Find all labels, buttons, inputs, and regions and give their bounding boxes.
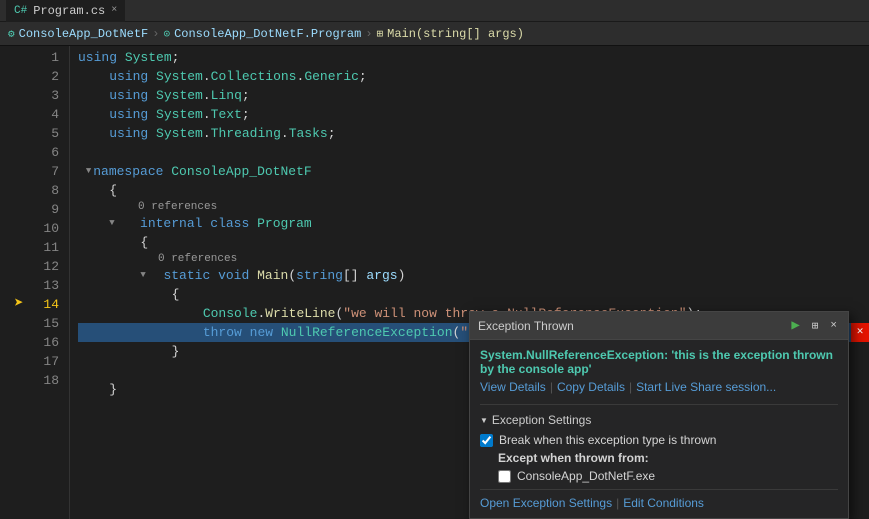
edit-conditions-link[interactable]: Edit Conditions (623, 496, 704, 510)
code-line-11: ▼ static void Main(string[] args) (78, 266, 869, 285)
tab-filename: Program.cs (33, 4, 105, 18)
assembly-label: ConsoleApp_DotNetF.exe (517, 469, 655, 483)
line-num-5: 5 (20, 124, 59, 143)
collapse-settings-icon[interactable]: ▼ (480, 416, 488, 425)
line-num-13: 13 (20, 276, 59, 295)
view-details-link[interactable]: View Details (480, 380, 546, 394)
break-checkbox-row: Break when this exception type is thrown (480, 433, 838, 447)
settings-section-label: Exception Settings (492, 413, 591, 427)
exception-type: System.NullReferenceException: 'this is … (480, 348, 838, 376)
collapse-btn-9[interactable]: ▼ (109, 214, 114, 233)
line-num-12: 12 (20, 257, 59, 276)
tab-close-button[interactable]: × (111, 5, 117, 16)
line-num-4: 4 (20, 105, 59, 124)
ref-label-11: 0 references (78, 252, 869, 266)
line-num-10: 10 (20, 219, 59, 238)
continue-button[interactable]: ▶ (788, 316, 802, 335)
popup-body: System.NullReferenceException: 'this is … (470, 340, 848, 518)
line-num-11: 11 (20, 238, 59, 257)
line-num-14: 14 (20, 295, 59, 314)
link-sep-2: | (629, 380, 632, 394)
popup-header: Exception Thrown ▶ ⊞ × (470, 312, 848, 340)
popup-title: Exception Thrown (478, 319, 574, 333)
open-exception-settings-link[interactable]: Open Exception Settings (480, 496, 612, 510)
collapse-btn-7[interactable]: ▼ (86, 162, 91, 181)
ref-label-9: 0 references (78, 200, 869, 214)
line-num-6: 6 (20, 143, 59, 162)
exception-popup: Exception Thrown ▶ ⊞ × System.NullRefere… (469, 311, 849, 519)
code-line-3: using System.Linq; (78, 86, 869, 105)
code-line-9: ▼ internal class Program (78, 214, 869, 233)
editor-area: ➤ 1 2 3 4 5 6 7 8 9 10 11 12 13 14 15 16… (0, 46, 869, 519)
line-num-1: 1 (20, 48, 59, 67)
project-icon: ⚙ (8, 27, 15, 41)
code-line-10: { (78, 233, 869, 252)
code-line-5: using System.Threading.Tasks; (78, 124, 869, 143)
breadcrumb-class[interactable]: ConsoleApp_DotNetF.Program (174, 27, 361, 41)
breadcrumb-sep-2: › (365, 27, 372, 41)
exception-type-name: System.NullReferenceException: (480, 348, 668, 362)
line-numbers: 1 2 3 4 5 6 7 8 9 10 11 12 13 14 15 16 1… (20, 46, 70, 519)
popup-controls: ▶ ⊞ × (788, 316, 840, 335)
copy-details-link[interactable]: Copy Details (557, 380, 625, 394)
line-num-3: 3 (20, 86, 59, 105)
breadcrumb-bar: ⚙ ConsoleApp_DotNetF › ⊙ ConsoleApp_DotN… (0, 22, 869, 46)
collapse-btn-11[interactable]: ▼ (140, 266, 145, 285)
code-line-2: using System.Collections.Generic; (78, 67, 869, 86)
popup-footer-links: Open Exception Settings | Edit Condition… (480, 489, 838, 510)
breadcrumb-sep-1: › (152, 27, 159, 41)
class-icon: ⊙ (163, 27, 170, 41)
breadcrumb-method[interactable]: Main(string[] args) (387, 27, 524, 41)
break-checkbox-label: Break when this exception type is thrown (499, 433, 716, 447)
except-assembly-row: ConsoleApp_DotNetF.exe (498, 469, 838, 483)
line-num-18: 18 (20, 371, 59, 390)
line-num-9: 9 (20, 200, 59, 219)
code-line-4: using System.Text; (78, 105, 869, 124)
line-num-7: 7 (20, 162, 59, 181)
file-tab[interactable]: C# Program.cs × (6, 0, 125, 22)
break-checkbox[interactable] (480, 434, 493, 447)
line-num-17: 17 (20, 352, 59, 371)
exception-settings: ▼ Exception Settings Break when this exc… (480, 404, 838, 510)
close-popup-button[interactable]: × (827, 319, 840, 333)
code-line-12: { (78, 285, 869, 304)
code-line-6 (78, 143, 869, 162)
live-share-link[interactable]: Start Live Share session... (636, 380, 776, 394)
line-num-15: 15 (20, 314, 59, 333)
line-num-8: 8 (20, 181, 59, 200)
execution-arrow-icon: ➤ (14, 295, 24, 314)
error-badge: ✕ (851, 323, 869, 342)
breadcrumb-project[interactable]: ConsoleApp_DotNetF (19, 27, 149, 41)
except-when-label: Except when thrown from: (498, 451, 838, 465)
method-icon: ⊞ (377, 27, 384, 41)
footer-sep: | (616, 496, 619, 510)
popup-links: View Details | Copy Details | Start Live… (480, 380, 838, 394)
title-bar: C# Program.cs × (0, 0, 869, 22)
code-line-8: { (78, 181, 869, 200)
line-num-2: 2 (20, 67, 59, 86)
code-line-1: using System; (78, 48, 869, 67)
line-num-16: 16 (20, 333, 59, 352)
link-sep-1: | (550, 380, 553, 394)
gutter: ➤ (0, 46, 20, 519)
assembly-checkbox[interactable] (498, 470, 511, 483)
settings-header: ▼ Exception Settings (480, 413, 838, 427)
file-icon: C# (14, 5, 27, 17)
code-line-7: ▼namespace ConsoleApp_DotNetF (78, 162, 869, 181)
pin-button[interactable]: ⊞ (809, 318, 822, 334)
